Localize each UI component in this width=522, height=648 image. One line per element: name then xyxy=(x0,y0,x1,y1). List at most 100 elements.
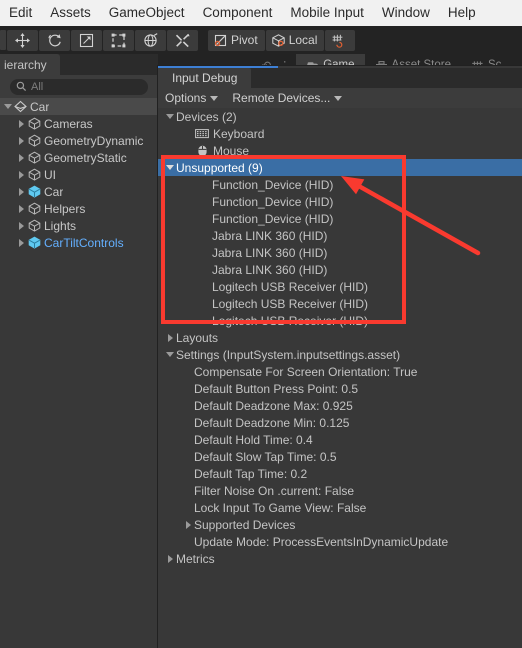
transform-tool-button[interactable] xyxy=(135,29,166,51)
input-debug-row-label: Function_Device (HID) xyxy=(212,177,334,192)
input-debug-row[interactable]: Function_Device (HID) xyxy=(158,210,522,227)
hand-tool-stub[interactable] xyxy=(0,30,6,50)
hierarchy-row[interactable]: Lights xyxy=(0,217,158,234)
hierarchy-tree[interactable]: Car Cameras GeometryDynamic GeometryStatic U… xyxy=(0,98,158,251)
move-tool-button[interactable] xyxy=(7,29,38,51)
chevron-right-icon[interactable] xyxy=(19,119,24,128)
menu-item-window[interactable]: Window xyxy=(373,0,439,26)
rect-icon xyxy=(111,33,126,47)
menu-item-edit[interactable]: Edit xyxy=(0,0,41,26)
input-debug-row[interactable]: Function_Device (HID) xyxy=(158,176,522,193)
input-debug-row[interactable]: Default Hold Time: 0.4 xyxy=(158,431,522,448)
input-debug-row[interactable]: Devices (2) xyxy=(158,108,522,125)
input-debug-row[interactable]: Compensate For Screen Orientation: True xyxy=(158,363,522,380)
menu-item-gameobject[interactable]: GameObject xyxy=(100,0,194,26)
chevron-right-icon[interactable] xyxy=(167,554,173,563)
input-debug-row[interactable]: Unsupported (9) xyxy=(158,159,522,176)
custom-tool-button[interactable] xyxy=(167,29,198,51)
expand-toggle[interactable] xyxy=(16,119,27,128)
input-debug-row[interactable]: Default Tap Time: 0.2 xyxy=(158,465,522,482)
hierarchy-row[interactable]: Car xyxy=(0,183,158,200)
input-debug-row-label: Default Deadzone Min: 0.125 xyxy=(194,415,350,430)
tab-hierarchy[interactable]: ierarchy xyxy=(0,54,60,75)
input-debug-row-label: Settings (InputSystem.inputsettings.asse… xyxy=(176,347,401,362)
hierarchy-row[interactable]: Cameras xyxy=(0,115,158,132)
input-debug-row-label: Logitech USB Receiver (HID) xyxy=(212,313,369,328)
chevron-right-icon[interactable] xyxy=(19,221,24,230)
input-debug-tree[interactable]: Devices (2) Keyboard Mouse Unsupported (9) F… xyxy=(158,108,522,648)
input-debug-row[interactable]: Layouts xyxy=(158,329,522,346)
hierarchy-row[interactable]: UI xyxy=(0,166,158,183)
input-debug-row[interactable]: Default Deadzone Max: 0.925 xyxy=(158,397,522,414)
scale-tool-button[interactable] xyxy=(71,29,102,51)
input-debug-row[interactable]: Update Mode: ProcessEventsInDynamicUpdat… xyxy=(158,533,522,550)
input-debug-row[interactable]: Metrics xyxy=(158,550,522,567)
hierarchy-row[interactable]: Helpers xyxy=(0,200,158,217)
input-debug-row-label: Mouse xyxy=(213,143,250,158)
expand-toggle[interactable] xyxy=(16,170,27,179)
chevron-right-icon[interactable] xyxy=(19,187,24,196)
expand-toggle[interactable] xyxy=(164,165,176,170)
tools-icon xyxy=(175,33,190,47)
expand-toggle[interactable] xyxy=(16,153,27,162)
expand-toggle[interactable] xyxy=(164,333,176,342)
input-debug-row[interactable]: Logitech USB Receiver (HID) xyxy=(158,278,522,295)
expand-toggle[interactable] xyxy=(164,114,176,119)
menu-item-help[interactable]: Help xyxy=(439,0,485,26)
input-debug-row[interactable]: Jabra LINK 360 (HID) xyxy=(158,261,522,278)
input-debug-row[interactable]: Supported Devices xyxy=(158,516,522,533)
hierarchy-row[interactable]: CarTiltControls xyxy=(0,234,158,251)
chevron-down-icon[interactable] xyxy=(166,114,174,119)
expand-toggle[interactable] xyxy=(16,204,27,213)
search-input[interactable]: All xyxy=(10,78,148,95)
input-debug-row[interactable]: Keyboard xyxy=(158,125,522,142)
grid-snap-button[interactable] xyxy=(325,29,356,51)
chevron-right-icon[interactable] xyxy=(19,153,24,162)
input-debug-row[interactable]: Default Button Press Point: 0.5 xyxy=(158,380,522,397)
input-debug-row[interactable]: Logitech USB Receiver (HID) xyxy=(158,295,522,312)
expand-toggle[interactable] xyxy=(16,136,27,145)
rotate-icon xyxy=(48,33,61,46)
menu-item-mobile-input[interactable]: Mobile Input xyxy=(281,0,373,26)
input-debug-row[interactable]: Jabra LINK 360 (HID) xyxy=(158,227,522,244)
rotate-tool-button[interactable] xyxy=(39,29,70,51)
hierarchy-item-icon xyxy=(13,100,28,113)
input-debug-row[interactable]: Lock Input To Game View: False xyxy=(158,499,522,516)
chevron-down-icon[interactable] xyxy=(166,352,174,357)
transform-icon xyxy=(144,32,158,47)
chevron-down-icon[interactable] xyxy=(3,104,12,109)
remote-devices-dropdown[interactable]: Remote Devices... xyxy=(225,88,349,108)
input-debug-row[interactable]: Mouse xyxy=(158,142,522,159)
hierarchy-row[interactable]: Car xyxy=(0,98,158,115)
options-dropdown[interactable]: Options xyxy=(158,88,225,108)
expand-toggle[interactable] xyxy=(16,187,27,196)
tab-input-debug[interactable]: Input Debug xyxy=(158,68,252,88)
expand-toggle[interactable] xyxy=(164,352,176,357)
chevron-right-icon[interactable] xyxy=(19,170,24,179)
chevron-right-icon[interactable] xyxy=(167,333,173,342)
expand-toggle[interactable] xyxy=(2,104,13,109)
chevron-right-icon[interactable] xyxy=(19,204,24,213)
local-toggle-button[interactable]: Local xyxy=(265,29,325,51)
input-debug-row[interactable]: Default Deadzone Min: 0.125 xyxy=(158,414,522,431)
input-debug-row[interactable]: Jabra LINK 360 (HID) xyxy=(158,244,522,261)
input-debug-row[interactable]: Settings (InputSystem.inputsettings.asse… xyxy=(158,346,522,363)
hierarchy-row[interactable]: GeometryStatic xyxy=(0,149,158,166)
expand-toggle[interactable] xyxy=(16,238,27,247)
expand-toggle[interactable] xyxy=(164,554,176,563)
input-debug-row[interactable]: Default Slow Tap Time: 0.5 xyxy=(158,448,522,465)
expand-toggle[interactable] xyxy=(16,221,27,230)
input-debug-row[interactable]: Function_Device (HID) xyxy=(158,193,522,210)
chevron-right-icon[interactable] xyxy=(19,136,24,145)
hierarchy-row[interactable]: GeometryDynamic xyxy=(0,132,158,149)
input-debug-row[interactable]: Logitech USB Receiver (HID) xyxy=(158,312,522,329)
chevron-right-icon[interactable] xyxy=(185,520,191,529)
menu-item-component[interactable]: Component xyxy=(194,0,282,26)
input-debug-row[interactable]: Filter Noise On .current: False xyxy=(158,482,522,499)
expand-toggle[interactable] xyxy=(182,520,194,529)
rect-tool-button[interactable] xyxy=(103,29,134,51)
menu-item-assets[interactable]: Assets xyxy=(41,0,100,26)
chevron-right-icon[interactable] xyxy=(19,238,24,247)
chevron-down-icon[interactable] xyxy=(166,165,174,170)
pivot-toggle-button[interactable]: Pivot xyxy=(208,29,265,51)
